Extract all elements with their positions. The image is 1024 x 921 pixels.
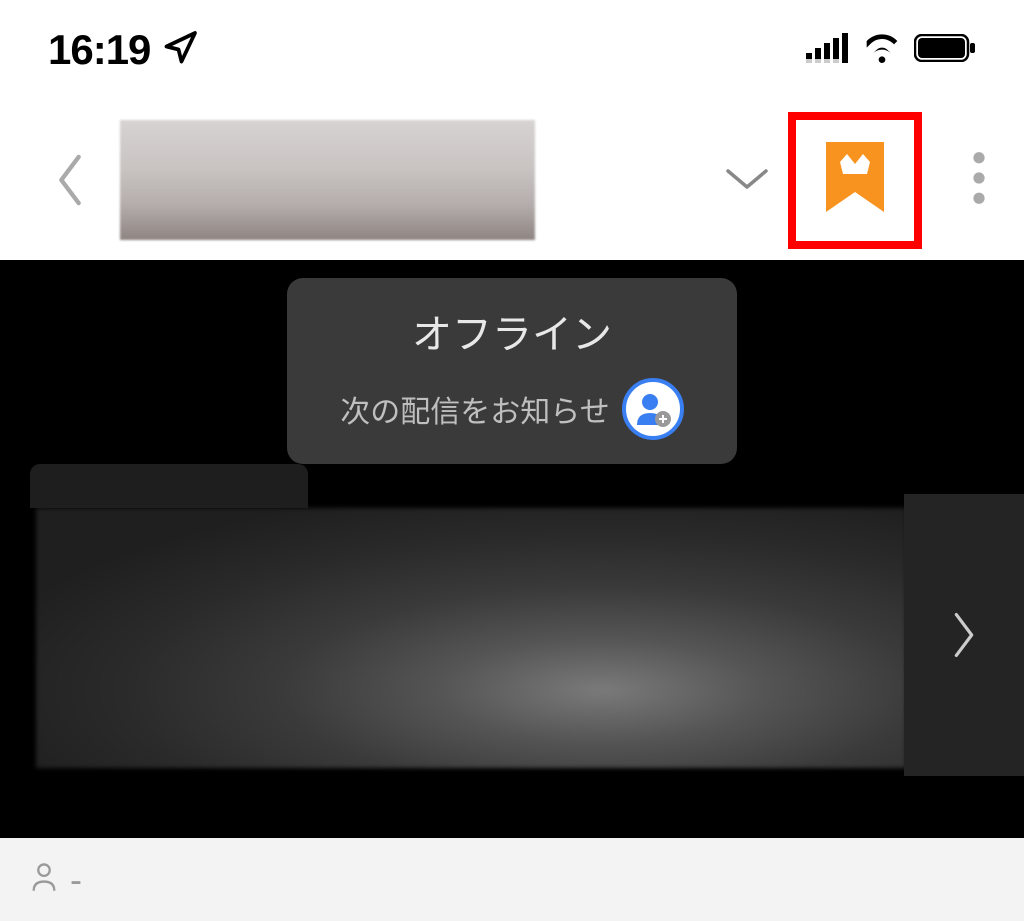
location-icon: [162, 30, 198, 71]
carousel-next-button[interactable]: [904, 494, 1024, 776]
battery-icon: [914, 34, 976, 67]
offline-status-label: オフライン: [315, 302, 709, 360]
offline-notify-row: 次の配信をお知らせ: [315, 378, 709, 440]
more-options-button[interactable]: [964, 151, 994, 210]
header-actions: [714, 112, 994, 249]
dropdown-button[interactable]: [714, 165, 780, 196]
viewer-count-value: -: [70, 859, 82, 901]
cellular-icon: [806, 33, 850, 68]
offline-card: オフライン 次の配信をお知らせ: [287, 278, 737, 464]
back-button[interactable]: [40, 150, 100, 210]
viewer-count-section: -: [30, 859, 82, 901]
crown-bookmark-highlight: [788, 112, 922, 249]
status-bar-right: [806, 33, 976, 68]
crown-bookmark-button[interactable]: [820, 138, 890, 223]
person-icon: [30, 861, 58, 898]
status-bar: 16:19: [0, 0, 1024, 100]
carousel-section: [30, 508, 1024, 818]
follow-notify-button[interactable]: [622, 378, 684, 440]
channel-title-redacted: [120, 120, 535, 240]
notify-next-stream-label: 次の配信をお知らせ: [340, 387, 609, 431]
carousel-item-main[interactable]: [36, 508, 906, 768]
header-bar: [0, 100, 1024, 260]
stream-content-area: オフライン 次の配信をお知らせ: [0, 260, 1024, 838]
bottom-bar: -: [0, 838, 1024, 921]
status-bar-left: 16:19: [48, 26, 198, 74]
status-time: 16:19: [48, 26, 150, 74]
wifi-icon: [862, 33, 902, 68]
carousel-tab[interactable]: [30, 464, 308, 508]
